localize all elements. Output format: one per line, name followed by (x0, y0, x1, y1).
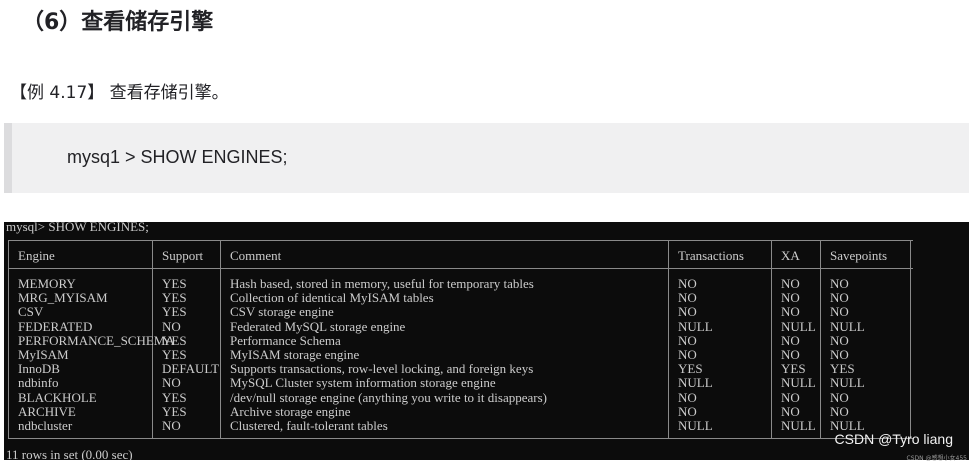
cell-savepoints: NO (830, 403, 849, 419)
col-divider (220, 240, 221, 439)
terminal-footer: 11 rows in set (0.00 sec) (6, 447, 133, 461)
cell-support: YES (162, 403, 187, 419)
cell-xa: YES (781, 361, 806, 377)
header-support: Support (162, 248, 204, 263)
cell-engine: MyISAM (18, 347, 69, 362)
cell-engine: InnoDB (18, 361, 60, 377)
header-xa: XA (781, 248, 800, 263)
cell-transactions: NO (678, 276, 697, 291)
cell-xa: NO (781, 276, 800, 291)
cell-transactions: NULL (678, 418, 713, 433)
cell-transactions: NO (678, 332, 697, 348)
cell-savepoints: NO (830, 290, 849, 306)
cell-xa: NO (781, 389, 800, 405)
cell-savepoints: NULL (830, 318, 865, 334)
cell-comment: Supports transactions, row-level locking… (230, 361, 534, 377)
cell-comment: MyISAM storage engine (230, 347, 360, 362)
cell-comment: /dev/null storage engine (anything you w… (230, 389, 547, 405)
code-line: mysq1 > SHOW ENGINES; (67, 147, 288, 167)
header-engine: Engine (18, 248, 55, 263)
cell-comment: Archive storage engine (230, 403, 351, 419)
cell-savepoints: NO (830, 276, 849, 291)
cell-engine: FEDERATED (18, 318, 93, 334)
cell-comment: Clustered, fault-tolerant tables (230, 418, 388, 433)
cell-transactions: NULL (678, 318, 713, 334)
cell-transactions: NO (678, 347, 697, 362)
cell-transactions: NO (678, 290, 697, 306)
cell-savepoints: NO (830, 389, 849, 405)
cell-support: YES (162, 276, 187, 291)
cell-savepoints: YES (830, 361, 855, 377)
cell-engine: BLACKHOLE (18, 389, 97, 405)
terminal-screenshot: mysql> SHOW ENGINES; Engine Support Comm… (4, 222, 969, 460)
header-transactions: Transactions (678, 248, 744, 263)
cell-xa: NULL (781, 375, 816, 391)
cell-engine: PERFORMANCE_SCHEMA (18, 332, 175, 348)
cell-support: YES (162, 347, 187, 362)
cell-support: NO (162, 418, 181, 433)
cell-transactions: YES (678, 361, 703, 377)
cell-engine: ARCHIVE (18, 403, 76, 419)
col-divider (820, 240, 821, 439)
cell-xa: NULL (781, 418, 816, 433)
terminal-command: mysql> SHOW ENGINES; (6, 222, 149, 234)
cell-transactions: NO (678, 403, 697, 419)
col-divider (8, 240, 9, 439)
col-divider (771, 240, 772, 439)
cell-savepoints: NULL (830, 375, 865, 391)
cell-transactions: NO (678, 389, 697, 405)
example-caption: 【例 4.17】 查看存储引擎。 (10, 83, 229, 103)
cell-savepoints: NO (830, 304, 849, 320)
header-comment: Comment (230, 248, 282, 263)
cell-xa: NULL (781, 318, 816, 334)
cell-comment: Federated MySQL storage engine (230, 318, 406, 334)
cell-xa: NO (781, 304, 800, 320)
cell-support: NO (162, 318, 181, 334)
section-heading: （6）查看储存引擎 (22, 10, 214, 35)
cell-comment: MySQL Cluster system information storage… (230, 375, 496, 391)
cell-xa: NO (781, 290, 800, 306)
cell-xa: NO (781, 403, 800, 419)
cell-comment: Performance Schema (230, 332, 341, 348)
cell-engine: ndbinfo (18, 375, 59, 391)
cell-savepoints: NO (830, 332, 849, 348)
cell-support: YES (162, 389, 187, 405)
cell-comment: Collection of identical MyISAM tables (230, 290, 434, 306)
code-block: mysq1 > SHOW ENGINES; (4, 123, 969, 193)
col-divider (668, 240, 669, 439)
cell-engine: CSV (18, 304, 44, 320)
csdn-watermark-small: CSDN @感想小女455 (906, 455, 967, 462)
cell-support: YES (162, 332, 187, 348)
cell-comment: Hash based, stored in memory, useful for… (230, 276, 534, 291)
cell-engine: MRG_MYISAM (18, 290, 108, 306)
csdn-watermark: CSDN @Tyro liang (834, 431, 953, 447)
cell-engine: ndbcluster (18, 418, 73, 433)
cell-savepoints: NO (830, 347, 849, 362)
cell-comment: CSV storage engine (230, 304, 334, 320)
cell-support: YES (162, 304, 187, 320)
cell-support: YES (162, 290, 187, 306)
table-header-border (8, 268, 913, 269)
cell-transactions: NO (678, 304, 697, 320)
cell-engine: MEMORY (18, 276, 76, 291)
col-divider (910, 240, 911, 439)
table-top-border (8, 240, 913, 241)
cell-xa: NO (781, 347, 800, 362)
header-savepoints: Savepoints (830, 248, 888, 263)
cell-support: NO (162, 375, 181, 391)
cell-support: DEFAULT (162, 361, 220, 377)
table-bottom-border (8, 438, 913, 439)
cell-xa: NO (781, 332, 800, 348)
cell-transactions: NULL (678, 375, 713, 391)
